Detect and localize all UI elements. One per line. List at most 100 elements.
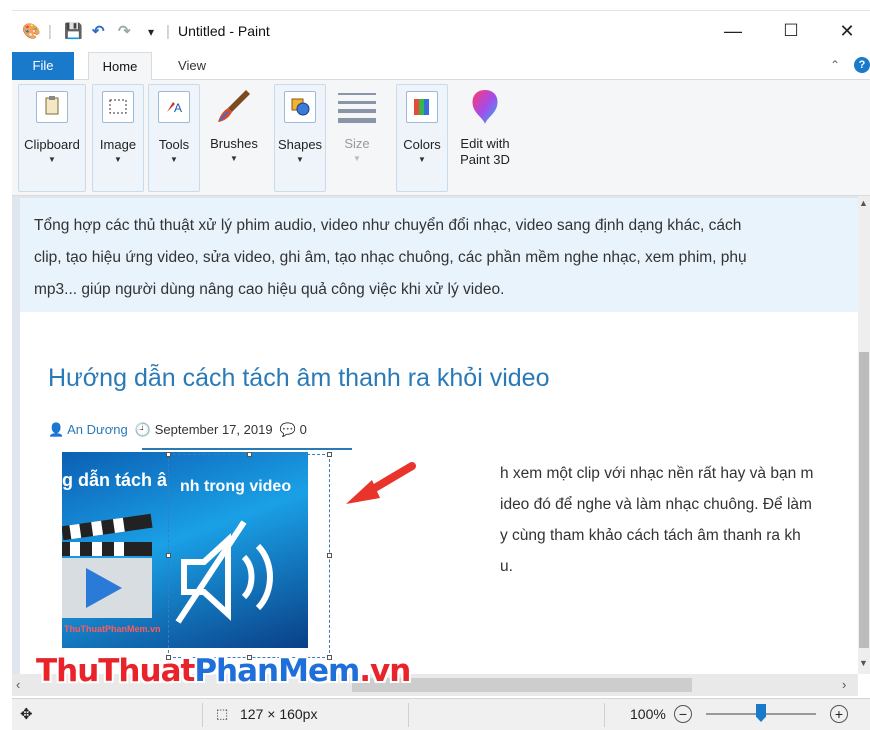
colors-label: Colors <box>403 137 441 152</box>
colors-icon <box>406 91 438 123</box>
intro-text: Tổng hợp các thủ thuật xử lý phim audio,… <box>34 210 854 306</box>
clipboard-group[interactable]: Clipboard ▼ <box>18 84 86 192</box>
redo-icon[interactable]: ↷ <box>118 21 131 43</box>
canvas-area[interactable]: Tổng hợp các thủ thuật xử lý phim audio,… <box>12 196 858 674</box>
undo-icon[interactable]: ↶ <box>92 21 105 43</box>
comment-icon: 💬 <box>276 422 296 437</box>
watermark-logo: ThuThuatPhanMem.vn <box>36 653 411 689</box>
paint3d-label-line1: Edit with <box>460 136 510 151</box>
save-icon[interactable]: 💾 <box>64 21 83 43</box>
qa-separator: | <box>48 23 52 40</box>
author-name: An Dương <box>67 422 128 437</box>
paint-app-icon[interactable]: 🎨 <box>22 21 41 43</box>
scroll-right-icon[interactable]: › <box>842 677 846 692</box>
red-arrow-annotation <box>346 462 416 504</box>
zoom-in-button[interactable]: + <box>830 705 848 723</box>
size-icon <box>336 90 378 124</box>
clipboard-icon <box>36 91 68 123</box>
resize-handle-ne[interactable] <box>327 452 332 457</box>
chevron-down-icon: ▼ <box>230 154 238 163</box>
user-icon: 👤 <box>48 422 65 437</box>
size-label: Size <box>344 136 370 151</box>
chevron-down-icon: ▼ <box>296 155 304 164</box>
status-bar: ✥ ⬚ 127 × 160px 100% − + <box>12 698 870 730</box>
close-button[interactable]: ✕ <box>824 15 870 47</box>
selection-rectangle[interactable] <box>166 452 332 660</box>
tab-home[interactable]: Home <box>88 52 152 81</box>
resize-handle-e[interactable] <box>327 553 332 558</box>
shapes-group[interactable]: Shapes ▼ <box>274 84 326 192</box>
clock-icon: 🕘 <box>131 422 152 437</box>
colors-group[interactable]: Colors ▼ <box>396 84 448 192</box>
comment-count: 0 <box>299 422 307 437</box>
brushes-group[interactable]: Brushes ▼ <box>206 84 262 192</box>
intro-line-2: clip, tạo hiệu ứng video, sửa video, ghi… <box>34 249 747 266</box>
watermark-part1: ThuThuat <box>36 653 195 689</box>
brush-icon <box>214 86 254 126</box>
intro-line-1: Tổng hợp các thủ thuật xử lý phim audio,… <box>34 217 742 234</box>
chevron-down-icon: ▼ <box>114 155 122 164</box>
paint3d-label-line2: Paint 3D <box>460 152 510 167</box>
image-label: Image <box>99 137 137 152</box>
size-group[interactable]: Size ▼ <box>332 84 382 192</box>
ribbon: Clipboard ▼ Image ▼ A Tools ▼ Brushes ▼ … <box>12 80 870 196</box>
thumbnail-logo: ThuThuatPhanMem.vn <box>64 624 161 634</box>
status-divider <box>604 703 605 727</box>
status-divider <box>202 703 203 727</box>
chevron-down-icon: ▼ <box>48 155 56 164</box>
ribbon-tabs: File Home View ⌃ ? <box>12 52 870 81</box>
tools-label: Tools <box>158 137 190 152</box>
watermark-part3: .vn <box>359 653 411 689</box>
status-divider <box>408 703 409 727</box>
tab-file[interactable]: File <box>12 52 74 80</box>
scroll-left-icon[interactable]: ‹ <box>16 677 20 692</box>
resize-handle-w[interactable] <box>166 553 171 558</box>
zoom-level: 100% <box>630 706 666 722</box>
resize-handle-n[interactable] <box>247 452 252 457</box>
edit-paint3d-group[interactable]: Edit with Paint 3D <box>452 84 518 192</box>
minimize-button[interactable]: — <box>710 15 756 47</box>
shapes-icon <box>284 91 316 123</box>
customize-qa-dropdown-icon[interactable]: ▾ <box>148 21 154 43</box>
brushes-label: Brushes <box>210 136 258 151</box>
thumbnail-caption-left: g dẫn tách â <box>62 470 168 490</box>
tab-view[interactable]: View <box>162 52 222 80</box>
selection-size-icon: ⬚ <box>216 706 229 721</box>
article-title: Hướng dẫn cách tách âm thanh ra khỏi vid… <box>48 364 550 392</box>
article-body: h xem một clip với nhạc nền rất hay và b… <box>500 458 813 582</box>
vertical-scrollbar[interactable]: ▲ ▼ <box>858 196 870 674</box>
collapse-ribbon-icon[interactable]: ⌃ <box>830 58 840 72</box>
watermark-part2: PhanMem <box>194 653 360 689</box>
title-bar: 🎨 | 💾 ↶ ↷ ▾ | Untitled - Paint — ☐ ✕ <box>12 10 870 52</box>
chevron-down-icon: ▼ <box>418 155 426 164</box>
body-line-4: u. <box>500 558 513 575</box>
scroll-up-icon[interactable]: ▲ <box>859 198 868 208</box>
zoom-out-button[interactable]: − <box>674 705 692 723</box>
meta-underline <box>142 448 352 450</box>
clapperboard-icon <box>62 513 153 618</box>
window-title: Untitled - Paint <box>178 23 270 39</box>
vertical-scroll-thumb[interactable] <box>859 352 869 648</box>
select-icon <box>102 91 134 123</box>
shapes-label: Shapes <box>277 137 323 152</box>
zoom-slider-thumb[interactable] <box>756 704 766 722</box>
qa-separator-2: | <box>166 23 170 40</box>
help-icon[interactable]: ? <box>854 57 870 73</box>
clipboard-label: Clipboard <box>24 137 80 152</box>
chevron-down-icon: ▼ <box>170 155 178 164</box>
paint3d-icon <box>467 88 503 126</box>
image-group[interactable]: Image ▼ <box>92 84 144 192</box>
body-line-3: y cùng tham khảo cách tách âm thanh ra k… <box>500 527 801 544</box>
svg-text:A: A <box>174 101 182 115</box>
scroll-down-icon[interactable]: ▼ <box>859 658 868 668</box>
body-line-1: h xem một clip với nhạc nền rất hay và b… <box>500 465 814 482</box>
cursor-position-icon: ✥ <box>20 706 33 723</box>
article-meta: 👤 An Dương 🕘 September 17, 2019 💬 0 <box>48 422 307 438</box>
chevron-down-icon: ▼ <box>353 154 361 163</box>
tools-icon: A <box>158 91 190 123</box>
selection-size: 127 × 160px <box>240 706 318 722</box>
tools-group[interactable]: A Tools ▼ <box>148 84 200 192</box>
intro-line-3: mp3... giúp người dùng nâng cao hiệu quả… <box>34 281 505 298</box>
resize-handle-nw[interactable] <box>166 452 171 457</box>
maximize-button[interactable]: ☐ <box>768 15 814 47</box>
